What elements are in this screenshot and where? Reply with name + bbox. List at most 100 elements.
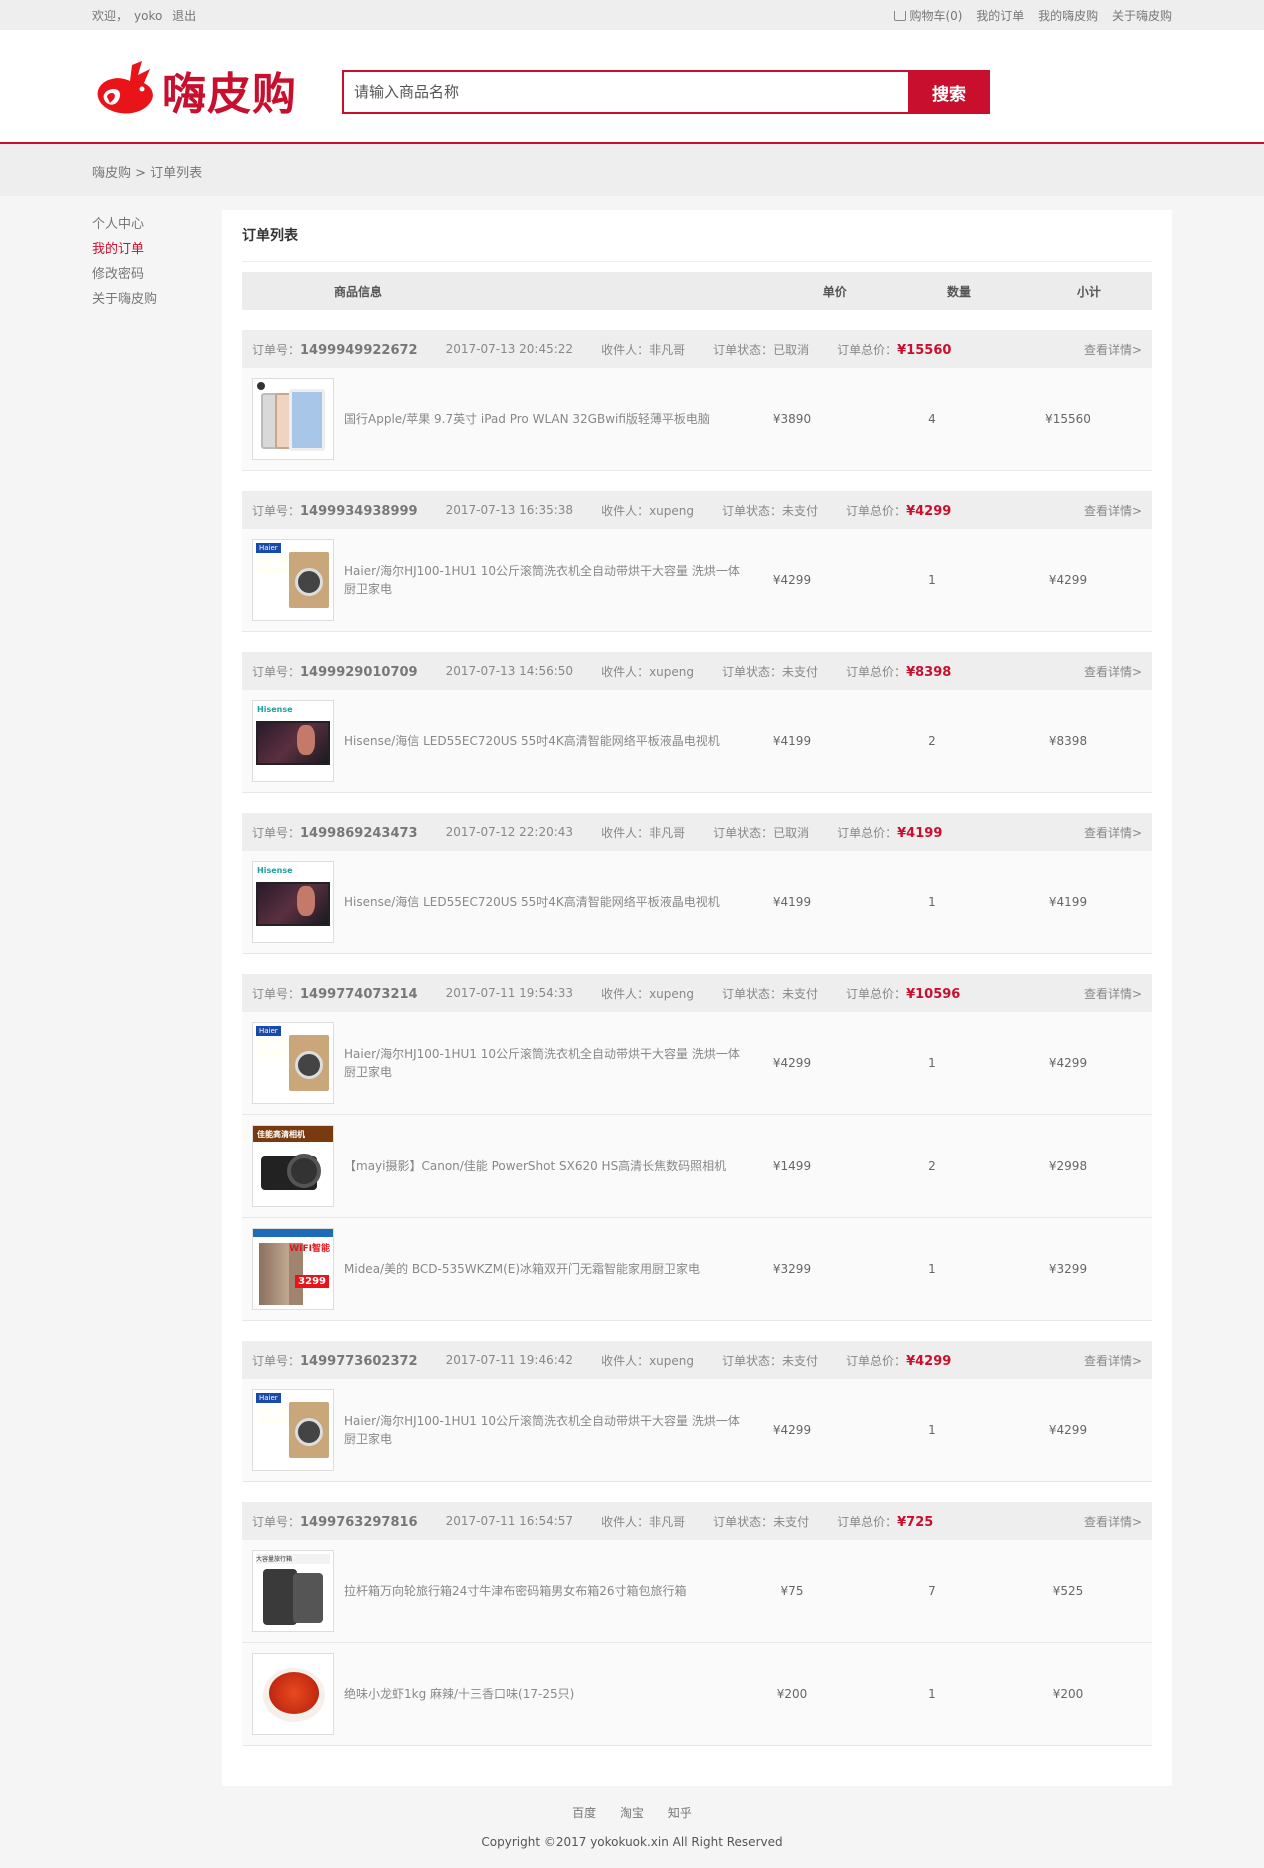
- order-receiver: 收件人：xupeng: [601, 1352, 694, 1369]
- product-name[interactable]: Haier/海尔HJ100-1HU1 10公斤滚筒洗衣机全自动带烘干大容量 洗烘…: [344, 562, 760, 598]
- order-item-row: Haier 洗烘一体 精洗精烘 4299 Haier/海尔HJ100-1HU1 10公…: [242, 1379, 1152, 1482]
- order-number: 订单号：1499773602372: [252, 1352, 418, 1369]
- footer-link-baidu[interactable]: 百度: [572, 1806, 596, 1820]
- view-detail-link[interactable]: 查看详情>: [1084, 1513, 1142, 1530]
- receiver-value: xupeng: [649, 503, 695, 518]
- order-list: 订单号：1499949922672 2017-07-13 20:45:22 收件…: [242, 330, 1152, 1746]
- view-detail-link[interactable]: 查看详情>: [1084, 824, 1142, 841]
- product-name[interactable]: 【mayi摄影】Canon/佳能 PowerShot SX620 HS高清长焦数…: [344, 1157, 760, 1175]
- status-label: 订单状态：: [722, 1353, 783, 1368]
- unit-price: ¥4199: [772, 734, 812, 748]
- thumb-text: WIFI智能: [289, 1244, 330, 1254]
- order-receiver: 收件人：非凡哥: [601, 341, 685, 358]
- receiver-label: 收件人：: [601, 342, 650, 357]
- product-name[interactable]: Hisense/海信 LED55EC720US 55吋4K高清智能网络平板液晶电…: [344, 732, 760, 750]
- product-name[interactable]: 国行Apple/苹果 9.7英寸 iPad Pro WLAN 32GBwifi版…: [344, 410, 760, 428]
- logout-link[interactable]: 退出: [172, 9, 196, 23]
- quantity: 2: [928, 1159, 936, 1173]
- order-time: 2017-07-13 20:45:22: [445, 342, 574, 356]
- header: 嗨皮购 搜索: [0, 30, 1264, 144]
- view-detail-link[interactable]: 查看详情>: [1084, 1352, 1142, 1369]
- about-link[interactable]: 关于嗨皮购: [1112, 9, 1172, 23]
- footer-link-zhihu[interactable]: 知乎: [668, 1806, 692, 1820]
- thumb-text: 洗烘一体: [257, 1406, 289, 1415]
- order-number-label: 订单号：: [252, 664, 301, 679]
- product-image[interactable]: WIFI智能 3299: [252, 1228, 334, 1310]
- username: yoko: [134, 8, 163, 23]
- search-button[interactable]: 搜索: [908, 70, 990, 114]
- copyright: Copyright ©2017 yokokuok.xin All Right R…: [481, 1835, 783, 1849]
- product-name[interactable]: Midea/美的 BCD-535WKZM(E)冰箱双开门无霜智能家用厨卫家电: [344, 1260, 760, 1278]
- order-number: 订单号：1499763297816: [252, 1513, 418, 1530]
- product-image[interactable]: Hisense: [252, 700, 334, 782]
- product-image[interactable]: [252, 1653, 334, 1735]
- subtotal: ¥2998: [1048, 1159, 1088, 1173]
- unit-price: ¥4299: [772, 1423, 812, 1437]
- product-image[interactable]: 佳能高清相机: [252, 1125, 334, 1207]
- sidebar: 个人中心 我的订单 修改密码 关于嗨皮购: [92, 210, 222, 312]
- thumb-text: 精洗精烘: [257, 566, 289, 575]
- search-input[interactable]: [342, 70, 908, 114]
- quantity: 1: [928, 573, 936, 587]
- order-number-label: 订单号：: [252, 1514, 301, 1529]
- order-number-value: 1499763297816: [300, 1514, 418, 1530]
- view-detail-link[interactable]: 查看详情>: [1084, 502, 1142, 519]
- receiver-label: 收件人：: [601, 986, 650, 1001]
- search-bar: 搜索: [342, 70, 990, 114]
- product-name[interactable]: 拉杆箱万向轮旅行箱24寸牛津布密码箱男女布箱26寸箱包旅行箱: [344, 1582, 760, 1600]
- subtotal: ¥4199: [1048, 895, 1088, 909]
- total-value: ¥8398: [906, 664, 952, 680]
- unit-price: ¥4199: [772, 895, 812, 909]
- order-header: 订单号：1499763297816 2017-07-11 16:54:57 收件…: [242, 1502, 1152, 1540]
- order-block: 订单号：1499934938999 2017-07-13 16:35:38 收件…: [242, 491, 1152, 632]
- sidebar-item-profile[interactable]: 个人中心: [92, 212, 222, 237]
- apple-logo-icon: [257, 382, 265, 390]
- top-bar: 欢迎， yoko 退出 购物车(0) 我的订单 我的嗨皮购 关于嗨皮购: [0, 0, 1264, 30]
- status-value: 未支付: [782, 503, 819, 518]
- sidebar-item-change-password[interactable]: 修改密码: [92, 262, 222, 287]
- status-value: 已取消: [773, 825, 810, 840]
- total-value: ¥4299: [906, 1353, 952, 1369]
- order-total: 订单总价：¥4299: [846, 1352, 951, 1369]
- my-orders-link[interactable]: 我的订单: [976, 9, 1024, 23]
- receiver-label: 收件人：: [601, 503, 650, 518]
- logo[interactable]: 嗨皮购: [92, 58, 297, 122]
- product-name[interactable]: Hisense/海信 LED55EC720US 55吋4K高清智能网络平板液晶电…: [344, 893, 760, 911]
- product-image[interactable]: Hisense: [252, 861, 334, 943]
- product-image[interactable]: 大容量旅行箱: [252, 1550, 334, 1632]
- subtotal: ¥15560: [1045, 412, 1091, 426]
- product-image[interactable]: Haier 洗烘一体 精洗精烘 4299: [252, 539, 334, 621]
- product-name[interactable]: Haier/海尔HJ100-1HU1 10公斤滚筒洗衣机全自动带烘干大容量 洗烘…: [344, 1412, 760, 1448]
- total-label: 订单总价：: [837, 825, 898, 840]
- order-header: 订单号：1499934938999 2017-07-13 16:35:38 收件…: [242, 491, 1152, 529]
- order-block: 订单号：1499949922672 2017-07-13 20:45:22 收件…: [242, 330, 1152, 471]
- footer-link-taobao[interactable]: 淘宝: [620, 1806, 644, 1820]
- product-image[interactable]: Haier 洗烘一体 精洗精烘 4299: [252, 1389, 334, 1471]
- view-detail-link[interactable]: 查看详情>: [1084, 663, 1142, 680]
- order-item-row: 大容量旅行箱 拉杆箱万向轮旅行箱24寸牛津布密码箱男女布箱26寸箱包旅行箱 ¥7…: [242, 1540, 1152, 1643]
- receiver-value: xupeng: [649, 986, 695, 1001]
- my-account-link[interactable]: 我的嗨皮购: [1038, 9, 1098, 23]
- product-name[interactable]: Haier/海尔HJ100-1HU1 10公斤滚筒洗衣机全自动带烘干大容量 洗烘…: [344, 1045, 760, 1081]
- product-image[interactable]: [252, 378, 334, 460]
- subtotal: ¥525: [1052, 1584, 1084, 1598]
- sidebar-item-about[interactable]: 关于嗨皮购: [92, 287, 222, 312]
- cart-link[interactable]: 购物车(0): [894, 9, 962, 23]
- total-label: 订单总价：: [846, 664, 907, 679]
- product-image[interactable]: Haier 洗烘一体 精洗精烘 4299: [252, 1022, 334, 1104]
- unit-price: ¥3890: [772, 412, 812, 426]
- order-receiver: 收件人：xupeng: [601, 663, 694, 680]
- total-label: 订单总价：: [837, 1514, 898, 1529]
- order-number-label: 订单号：: [252, 342, 301, 357]
- order-item-row: Hisense Hisense/海信 LED55EC720US 55吋4K高清智…: [242, 690, 1152, 793]
- order-time: 2017-07-11 19:54:33: [445, 986, 574, 1000]
- view-detail-link[interactable]: 查看详情>: [1084, 985, 1142, 1002]
- order-time: 2017-07-13 14:56:50: [445, 664, 574, 678]
- thumb-price: 4299: [259, 601, 290, 614]
- product-name[interactable]: 绝味小龙虾1kg 麻辣/十三香口味(17-25只): [344, 1685, 760, 1703]
- view-detail-link[interactable]: 查看详情>: [1084, 341, 1142, 358]
- order-item-row: 绝味小龙虾1kg 麻辣/十三香口味(17-25只) ¥200 1 ¥200: [242, 1643, 1152, 1746]
- sidebar-item-my-orders[interactable]: 我的订单: [92, 237, 222, 262]
- thumb-brand: Hisense: [257, 866, 293, 875]
- thumb-text: 大容量旅行箱: [256, 1554, 330, 1564]
